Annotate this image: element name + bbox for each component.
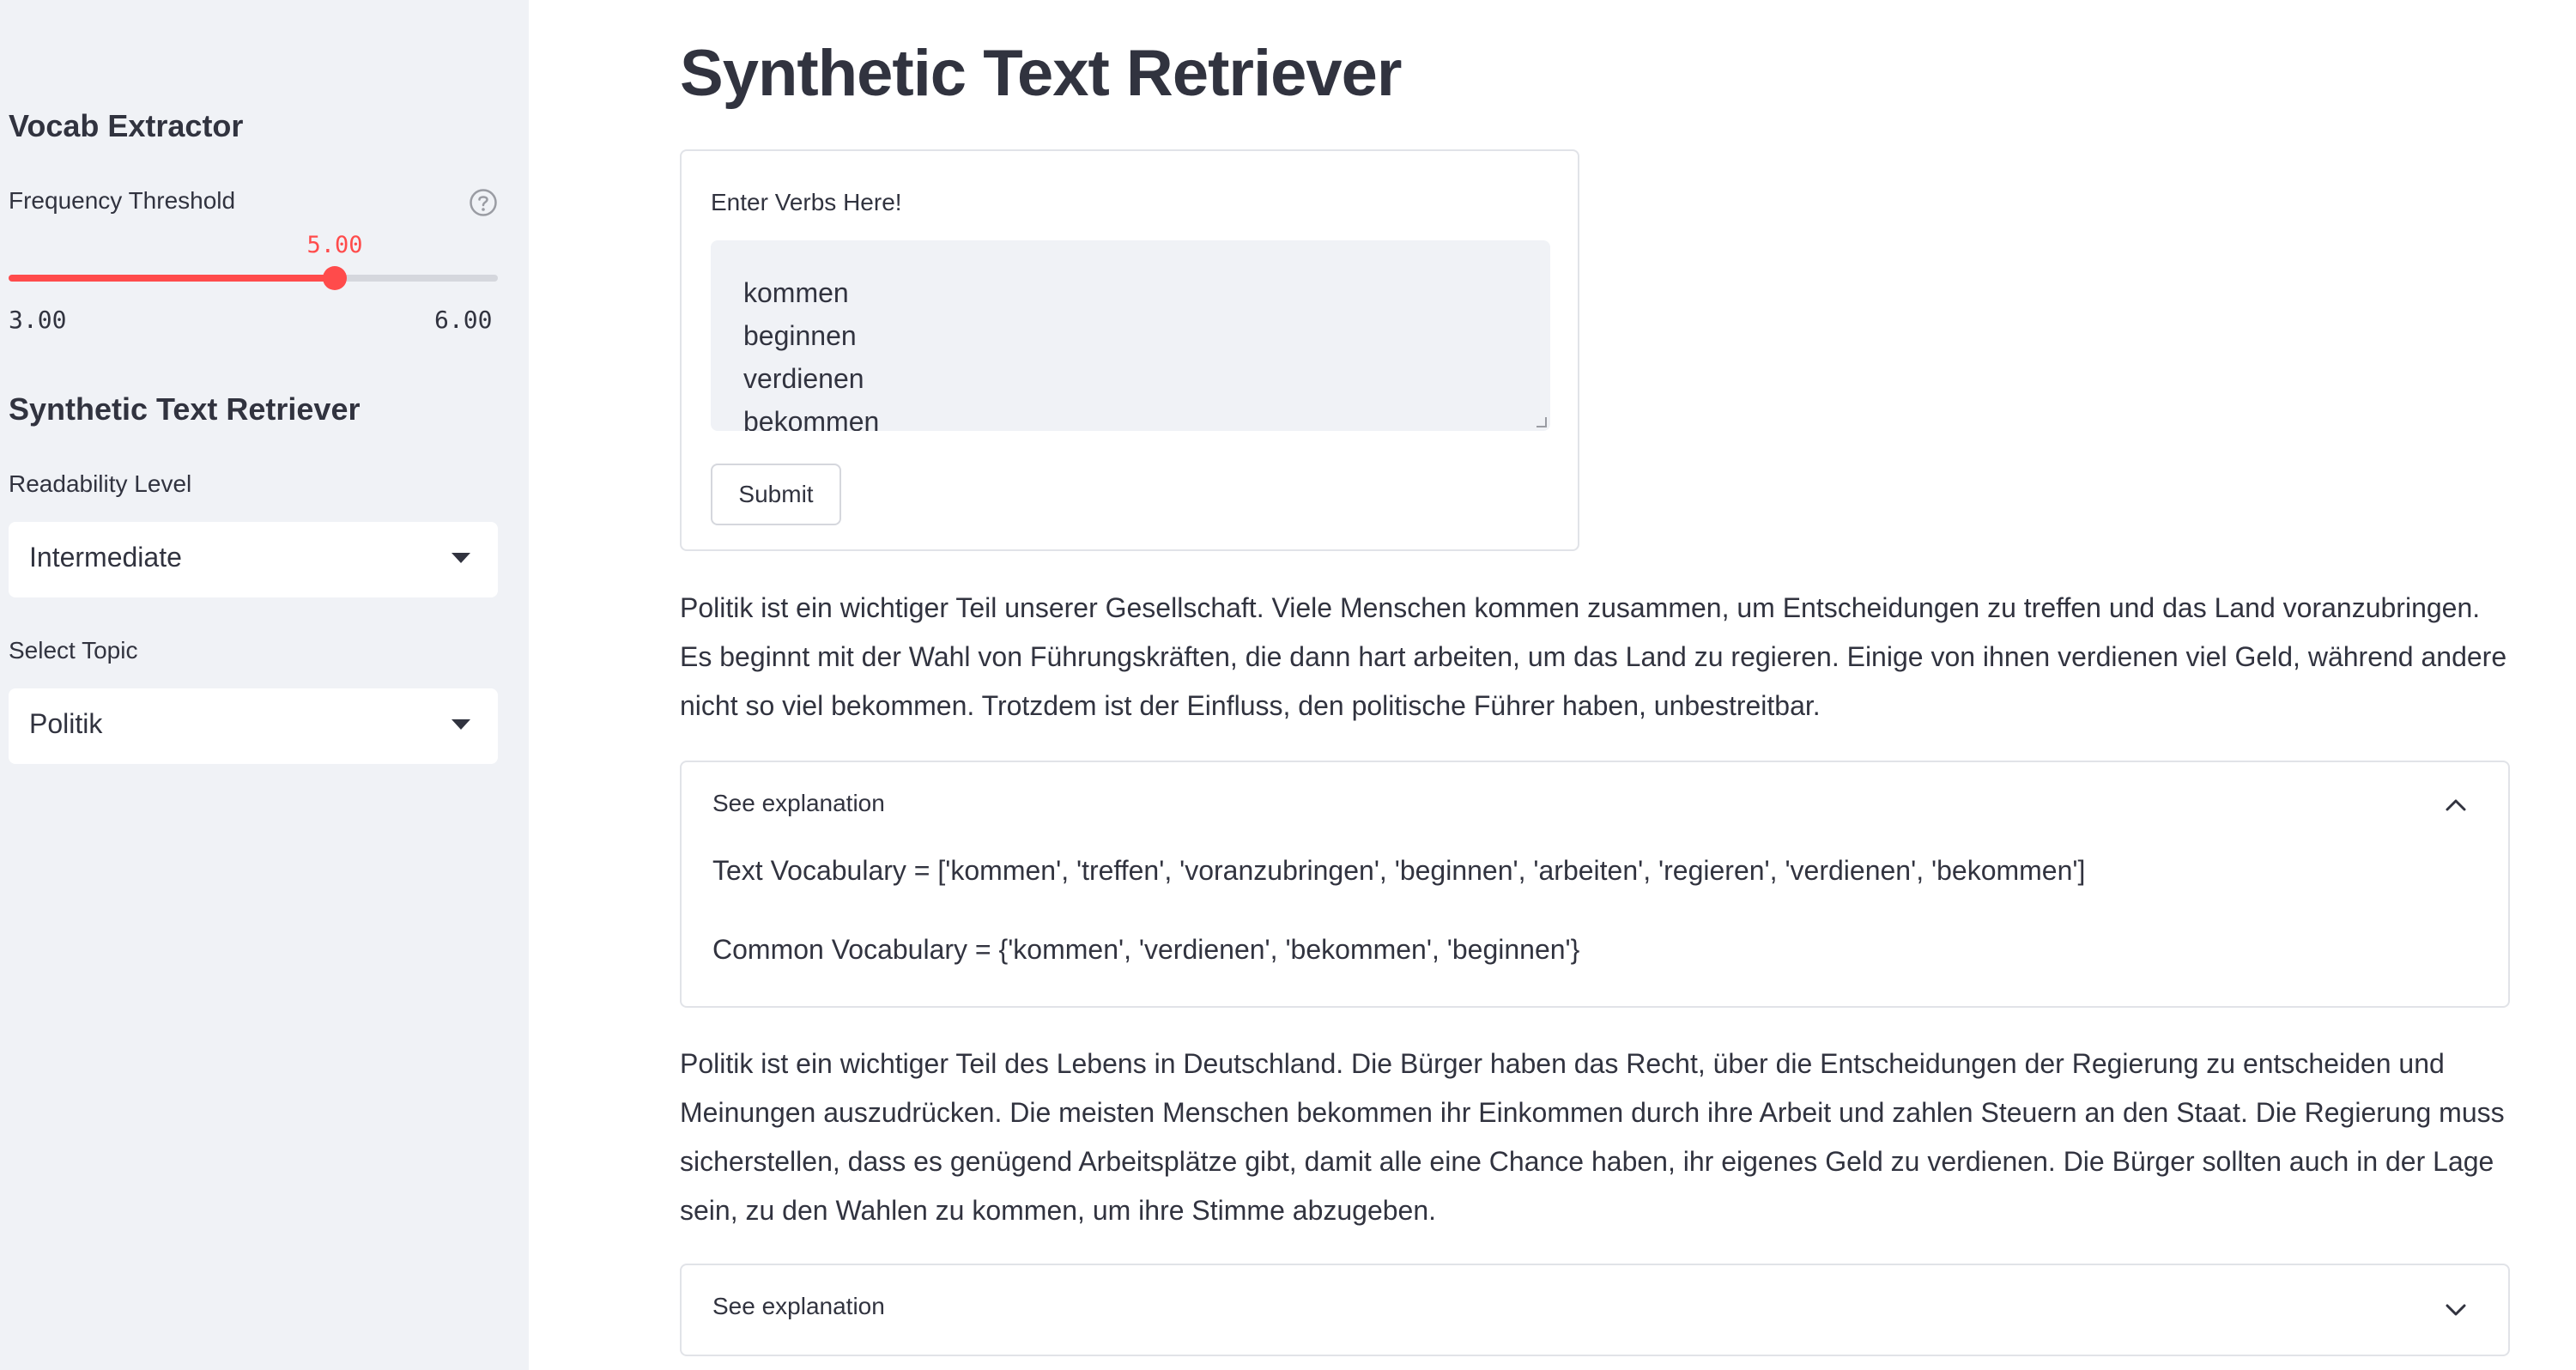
page-title: Synthetic Text Retriever	[680, 37, 1402, 110]
caret-down-icon	[452, 553, 470, 563]
verbs-input-label: Enter Verbs Here!	[711, 189, 902, 215]
slider-min-label: 3.00	[9, 306, 67, 334]
text-vocabulary: Text Vocabulary = ['kommen', 'treffen', …	[712, 855, 2086, 886]
sidebar: Vocab Extractor Frequency Threshold 5.00…	[0, 0, 529, 1370]
slider-value: 5.00	[306, 232, 363, 258]
resize-grip-icon[interactable]	[1537, 417, 1547, 427]
textarea-line: verdienen	[743, 363, 864, 394]
generated-text-1: Politik ist ein wichtiger Teil unserer G…	[680, 592, 2507, 721]
frequency-threshold-label: Frequency Threshold	[9, 187, 236, 214]
verbs-textarea[interactable]: kommen beginnen verdienen bekommen	[711, 240, 1550, 431]
caret-down-icon	[452, 719, 470, 730]
topic-select[interactable]: Politik	[9, 688, 498, 764]
chevron-down-icon[interactable]	[2445, 1303, 2467, 1317]
frequency-slider-thumb[interactable]	[323, 266, 347, 290]
synthetic-text-retriever-heading: Synthetic Text Retriever	[9, 391, 361, 427]
frequency-slider-track[interactable]	[9, 275, 498, 282]
readability-level-label: Readability Level	[9, 470, 192, 497]
submit-button[interactable]: Submit	[711, 464, 841, 525]
chevron-up-icon[interactable]	[2445, 798, 2467, 812]
readability-level-value: Intermediate	[29, 542, 182, 573]
generated-text-2: Politik ist ein wichtiger Teil des Leben…	[680, 1048, 2505, 1226]
question-circle-icon[interactable]	[469, 188, 498, 217]
frequency-slider-fill	[9, 275, 335, 282]
expander-label[interactable]: See explanation	[712, 790, 885, 817]
textarea-line: beginnen	[743, 320, 857, 351]
select-topic-label: Select Topic	[9, 637, 138, 664]
vocab-extractor-heading: Vocab Extractor	[9, 108, 244, 143]
slider-max-label: 6.00	[434, 306, 493, 334]
common-vocabulary: Common Vocabulary = {'kommen', 'verdiene…	[712, 934, 1580, 965]
readability-level-select[interactable]: Intermediate	[9, 522, 498, 597]
textarea-line: bekommen	[743, 406, 880, 431]
explanation-expander-1[interactable]: See explanation Text Vocabulary = ['komm…	[680, 761, 2510, 1008]
explanation-expander-2[interactable]: See explanation	[680, 1264, 2510, 1356]
verb-input-form: Enter Verbs Here! kommen beginnen verdie…	[680, 149, 1579, 551]
expander-label[interactable]: See explanation	[712, 1293, 885, 1320]
textarea-line: kommen	[743, 277, 849, 308]
topic-value: Politik	[29, 708, 103, 739]
